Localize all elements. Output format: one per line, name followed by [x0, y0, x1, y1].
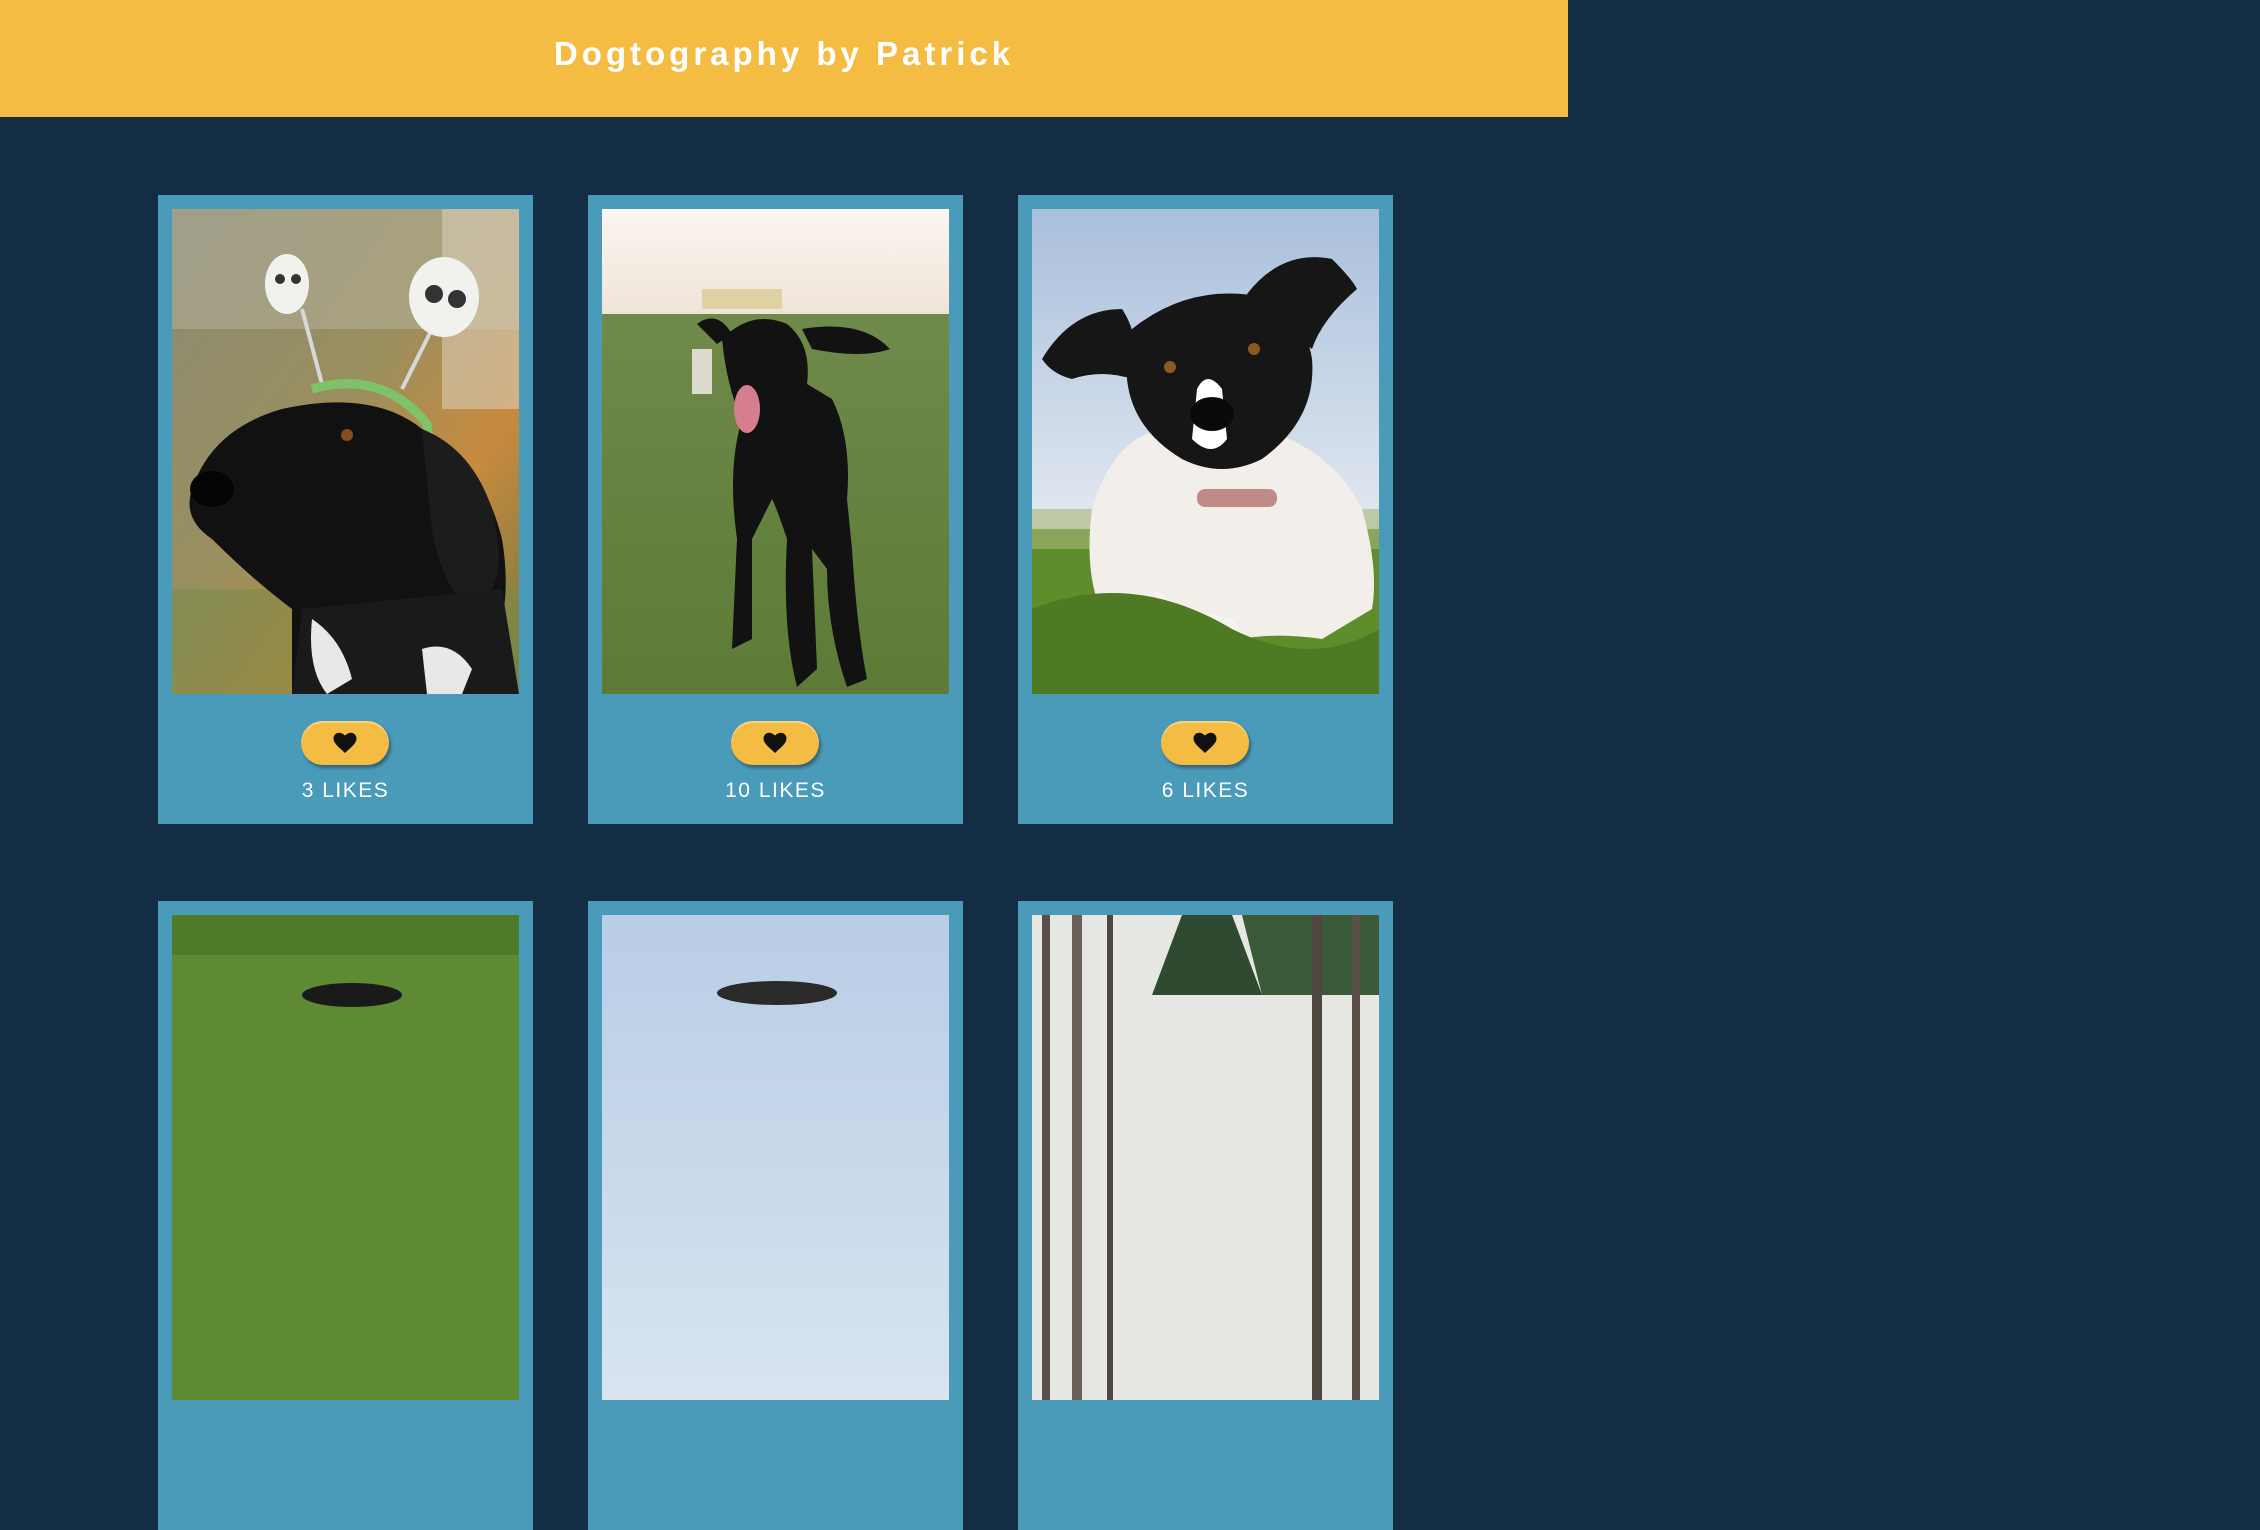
photo-card — [158, 901, 533, 1530]
dog-photo[interactable] — [172, 209, 519, 694]
photo-card — [588, 901, 963, 1530]
photo-card — [1018, 901, 1393, 1530]
dog-photo[interactable] — [602, 915, 949, 1400]
site-title: Dogtography by Patrick — [553, 34, 1015, 72]
dog-photo[interactable] — [1032, 209, 1379, 694]
likes-count: 6 LIKES — [1161, 779, 1250, 802]
like-button[interactable] — [301, 721, 389, 765]
photo-card: 3 LIKES — [158, 195, 533, 824]
dog-photo[interactable] — [172, 915, 519, 1400]
photo-card: 10 LIKES — [588, 195, 963, 824]
heart-icon — [333, 732, 357, 753]
like-button[interactable] — [1161, 721, 1249, 765]
heart-icon — [1193, 732, 1217, 753]
dog-photo[interactable] — [1032, 915, 1379, 1400]
like-button[interactable] — [731, 721, 819, 765]
site-header: Dogtography by Patrick — [0, 0, 1568, 117]
likes-count: 10 LIKES — [725, 779, 826, 802]
heart-icon — [763, 732, 787, 753]
dog-photo[interactable] — [602, 209, 949, 694]
likes-count: 3 LIKES — [301, 779, 390, 802]
photo-card: 6 LIKES — [1018, 195, 1393, 824]
